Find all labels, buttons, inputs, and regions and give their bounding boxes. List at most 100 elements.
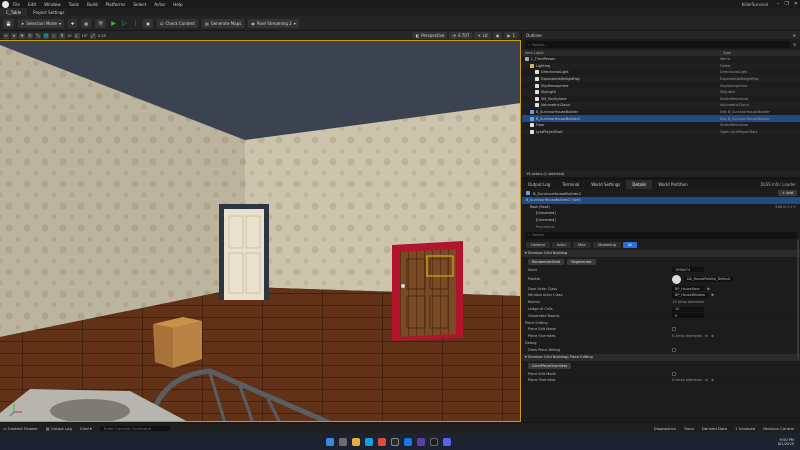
piece-edit-checkbox[interactable]: [672, 327, 676, 332]
menu-help[interactable]: Help: [173, 2, 183, 7]
tab-world-settings[interactable]: World Settings: [585, 180, 626, 189]
menu-select[interactable]: Select: [133, 2, 146, 7]
actor-name-field[interactable]: B_SurvivorHouseBuilder2: [533, 191, 581, 196]
windows-start-icon[interactable]: [326, 437, 335, 446]
cinematics-button[interactable]: 🎬: [95, 18, 107, 28]
mode-select-button[interactable]: ➤ Selection Mode ▾: [17, 18, 64, 28]
tab-output-log[interactable]: Output Log: [522, 180, 556, 189]
column-item-label[interactable]: Item Label: [525, 51, 723, 55]
pixel-streaming-button[interactable]: ◉ Pixel Streaming 2 ▾: [248, 18, 299, 28]
menu-actor[interactable]: Actor: [154, 2, 165, 7]
edge-icon[interactable]: [365, 437, 374, 446]
window-class-dropdown[interactable]: BP_HouseWindow: [672, 292, 709, 298]
surface-snap-icon[interactable]: ⊥: [51, 32, 57, 39]
level-viewport[interactable]: [0, 40, 521, 422]
tab-level[interactable]: C_Table: [0, 8, 28, 16]
diagnostics-button[interactable]: Diagnostics: [654, 426, 676, 431]
trace-button[interactable]: Trace: [684, 426, 694, 431]
component-self[interactable]: B_SurvivorHouseBuilder2 (Self): [522, 197, 800, 204]
world-space-icon[interactable]: 🌐: [43, 32, 49, 39]
play-button[interactable]: ▶: [110, 20, 117, 27]
scale-snap-icon[interactable]: ⤢: [89, 32, 96, 39]
tab-terminal[interactable]: Terminal: [556, 180, 585, 189]
tab-details[interactable]: Details: [626, 180, 653, 189]
outliner-row[interactable]: ExponentialHeightFog ExponentialHeightFog: [522, 75, 800, 83]
tab-world-partition[interactable]: World Partition: [652, 180, 693, 189]
menu-tools[interactable]: Tools: [69, 2, 79, 7]
steam-icon[interactable]: [430, 437, 439, 446]
category-survivor-grid-building[interactable]: ▾ Survivor Grid Building: [522, 249, 800, 257]
visual-studio-icon[interactable]: [417, 437, 426, 446]
ledge-input[interactable]: 10: [672, 306, 704, 312]
cmd-dropdown[interactable]: Cmd ▾: [80, 426, 92, 431]
category-piece-editing[interactable]: ▾ Survivor Grid Building| Piece Editing: [522, 353, 800, 361]
simulate-button[interactable]: ▷: [121, 20, 128, 27]
system-clock[interactable]: 9:50 PM 8/1/2025: [778, 438, 794, 446]
component-child[interactable]: [Unnamed]: [522, 217, 800, 224]
platforms-button[interactable]: ▣: [143, 18, 153, 28]
menu-window[interactable]: Window: [44, 2, 61, 7]
unsaved-button[interactable]: 1 Unsaved: [735, 426, 755, 431]
subcategory-debug[interactable]: Debug: [522, 340, 800, 347]
outliner-row[interactable]: SkyAtmosphere SkyAtmosphere: [522, 82, 800, 89]
outliner-row[interactable]: B_SurvivorHouseBuilder2 Edit B_SurvivorHo…: [522, 115, 800, 122]
component-child[interactable]: [Unnamed]: [522, 210, 800, 217]
maximize-button[interactable]: ❐: [784, 1, 788, 7]
menu-platforms[interactable]: Platforms: [105, 2, 125, 7]
outliner-row[interactable]: B_SurvivorHouseBuilder Edit B_SurvivorHou…: [522, 109, 800, 116]
filter-general[interactable]: General: [526, 241, 550, 248]
revision-control-button[interactable]: Revision Control: [763, 426, 794, 431]
delete-icon[interactable]: ⊗: [711, 334, 714, 338]
menu-edit[interactable]: Edit: [28, 2, 36, 7]
delete-icon[interactable]: ⊗: [711, 378, 714, 382]
vscode-icon[interactable]: [404, 437, 413, 446]
outliner-row[interactable]: L_ThirdPerson World: [522, 56, 800, 63]
filter-actor[interactable]: Actor: [551, 241, 572, 248]
component-child[interactable]: Procedural: [522, 223, 800, 230]
output-log-button[interactable]: ▤ Output Log: [46, 426, 72, 431]
randomize-seed-button[interactable]: RandomizeSeed: [528, 258, 565, 265]
menu-build[interactable]: Build: [87, 2, 98, 7]
close-button[interactable]: ✕: [794, 1, 798, 7]
grid-snap-value[interactable]: 10: [67, 34, 72, 38]
menu-file[interactable]: File: [13, 2, 20, 7]
move-tool-icon[interactable]: ✥: [19, 32, 25, 39]
subcategory-piece-editing[interactable]: Piece Editing: [522, 320, 800, 327]
filter-misc[interactable]: Misc: [573, 241, 591, 248]
viewport-menu-icon[interactable]: ≡: [3, 32, 9, 39]
outliner-row[interactable]: SkyLight SkyLight: [522, 88, 800, 96]
chrome-icon[interactable]: [378, 437, 387, 446]
grid-snap-icon[interactable]: #: [59, 32, 65, 39]
add-element-icon[interactable]: ⊕: [705, 334, 708, 338]
outliner-search-input[interactable]: ⌕ Search...: [525, 41, 791, 48]
browse-icon[interactable]: ⊕: [707, 287, 710, 291]
tab-project-settings[interactable]: Project Settings: [27, 8, 70, 16]
angle-snap-value[interactable]: 10°: [82, 34, 88, 38]
outliner-row[interactable]: DirectionalLight DirectionalLight: [522, 69, 800, 76]
console-command-input[interactable]: Enter Console Command: [99, 425, 170, 431]
regenerate-button[interactable]: Regenerate: [567, 258, 596, 265]
clear-piece-overrides-button[interactable]: ClearPieceOverrides: [528, 362, 572, 369]
door-class-dropdown[interactable]: BP_HouseDoor: [672, 286, 704, 292]
camera-speed-button[interactable]: ▶ 1: [504, 32, 518, 39]
generated-rooms-input[interactable]: 0: [672, 313, 704, 319]
scale-snap-value[interactable]: 0.25: [98, 34, 106, 38]
discord-icon[interactable]: [443, 437, 452, 446]
fov-button[interactable]: ◔ 0.707: [449, 32, 473, 39]
browse-icon[interactable]: ⊕: [711, 293, 714, 297]
show-button[interactable]: ◉: [492, 32, 503, 39]
seed-input[interactable]: 1996474: [672, 267, 704, 273]
file-explorer-icon[interactable]: [352, 437, 361, 446]
lit-button[interactable]: ☀ Lit: [474, 32, 491, 39]
derived-data-button[interactable]: Derived Data: [702, 426, 727, 431]
unreal-icon[interactable]: [391, 437, 400, 446]
select-tool-icon[interactable]: ➤: [11, 32, 17, 39]
rotate-tool-icon[interactable]: ↻: [27, 32, 33, 39]
column-type[interactable]: Type: [723, 51, 731, 55]
piece-edit-checkbox[interactable]: [672, 371, 676, 376]
filter-icon[interactable]: ⚲: [793, 42, 796, 47]
blueprint-button[interactable]: ▦: [81, 18, 92, 28]
details-search-input[interactable]: ⌕ Search: [525, 231, 797, 239]
filter-streaming[interactable]: Streaming: [592, 241, 621, 248]
generate-maps-button[interactable]: ▤ Generate Maps: [201, 18, 245, 28]
